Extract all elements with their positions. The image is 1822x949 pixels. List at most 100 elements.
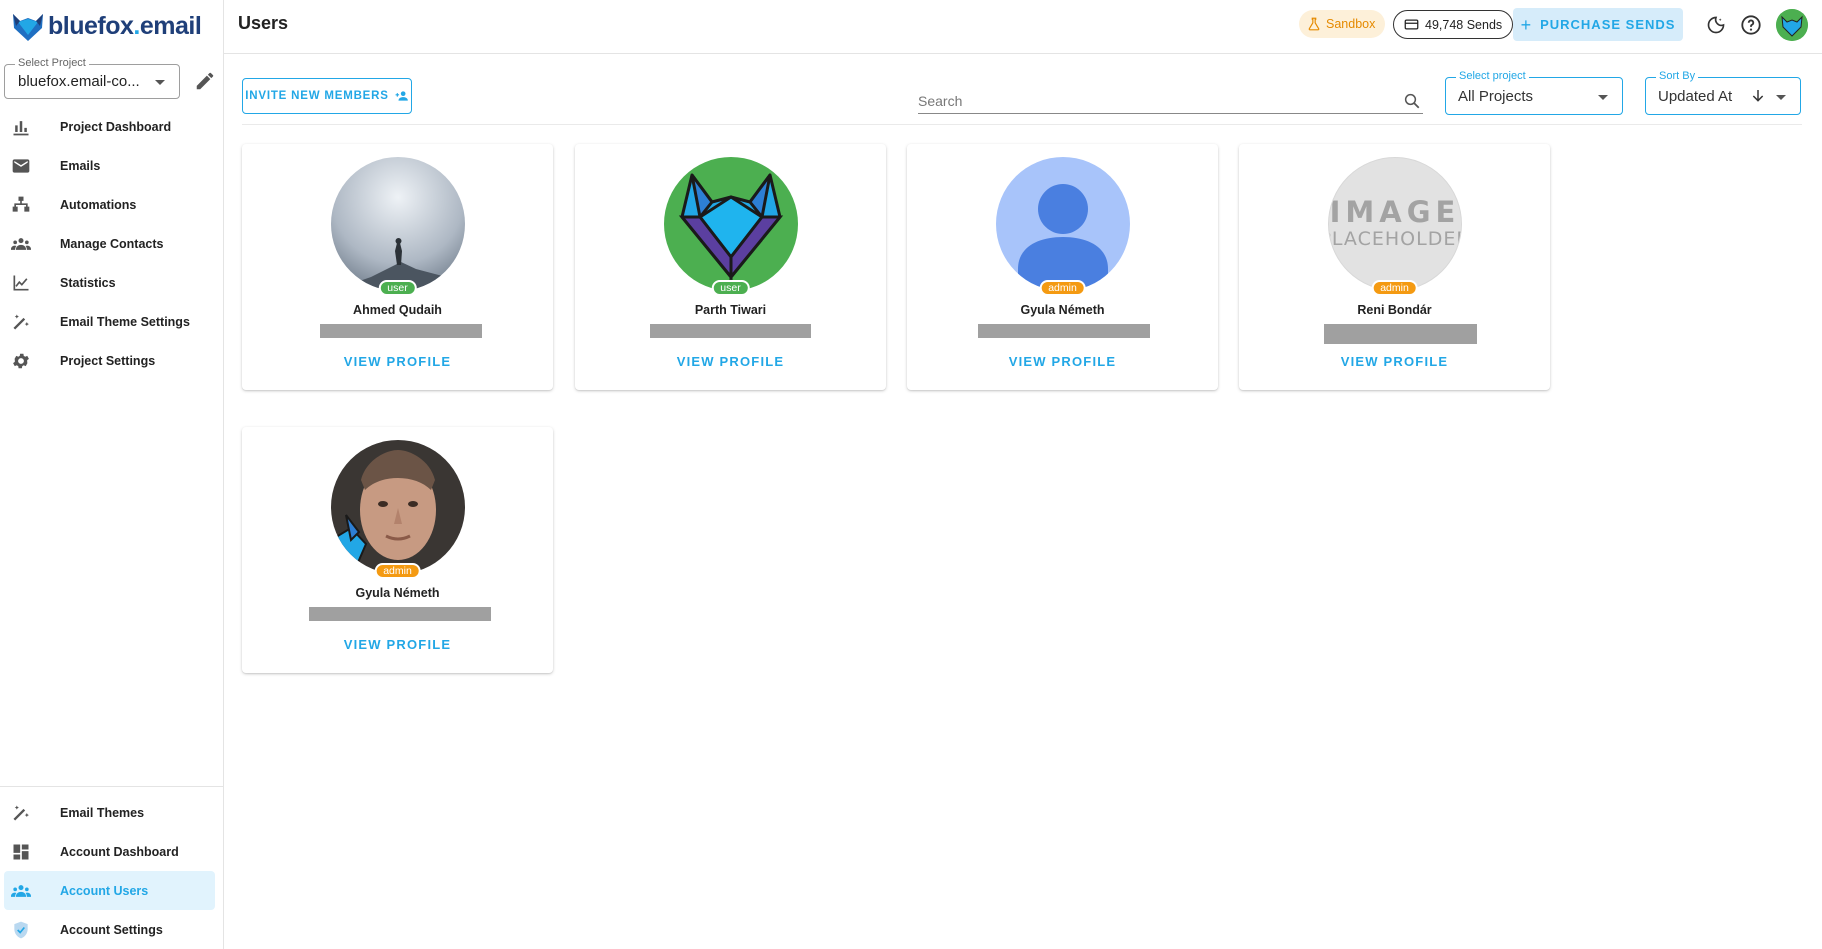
top-header: Users Sandbox 49,748 Sends + PURCHASE SE…	[224, 0, 1822, 54]
project-nav: Project Dashboard Emails Automations Man…	[0, 107, 224, 380]
placeholder-text-line2: PLACEHOLDER	[1329, 228, 1462, 250]
page-title: Users	[238, 13, 289, 33]
nav-label: Project Settings	[60, 353, 156, 368]
sort-select[interactable]: Sort By Updated At	[1645, 70, 1801, 115]
shield-icon	[11, 920, 31, 940]
nav-email-themes[interactable]: Email Themes	[0, 793, 224, 832]
brand-logo[interactable]: bluefox.email	[10, 6, 202, 46]
add-user-icon	[395, 91, 408, 101]
purchase-label: PURCHASE SENDS	[1540, 17, 1676, 32]
search-field[interactable]: Search	[918, 86, 1423, 114]
purchase-sends-button[interactable]: + PURCHASE SENDS	[1513, 8, 1683, 41]
user-name: Parth Tiwari	[694, 303, 767, 317]
sends-counter[interactable]: 49,748 Sends	[1393, 10, 1514, 39]
sandbox-label: Sandbox	[1326, 17, 1376, 31]
caret-down-icon	[1776, 95, 1786, 100]
sidebar: bluefox.email Select Project bluefox.ema…	[0, 0, 224, 949]
user-name: Gyula Németh	[1020, 303, 1105, 317]
contacts-icon	[11, 234, 31, 254]
user-card: admin Gyula Németh VIEW PROFILE	[242, 427, 553, 673]
role-badge: user	[378, 280, 417, 296]
fox-logo-avatar	[664, 157, 798, 291]
search-icon[interactable]	[1403, 92, 1421, 110]
fox-avatar-icon	[1776, 9, 1808, 41]
user-name: Reni Bondár	[1357, 303, 1432, 317]
role-badge: user	[711, 280, 750, 296]
view-profile-link[interactable]: VIEW PROFILE	[242, 354, 553, 369]
view-profile-link[interactable]: VIEW PROFILE	[907, 354, 1218, 369]
role-badge: admin	[374, 563, 421, 579]
placeholder-text-line1: IMAGE	[1329, 195, 1461, 229]
view-profile-link[interactable]: VIEW PROFILE	[1239, 354, 1550, 369]
redacted-email	[1324, 324, 1477, 344]
nav-project-settings[interactable]: Project Settings	[0, 341, 224, 380]
dark-mode-toggle[interactable]	[1704, 13, 1728, 37]
search-input[interactable]: Search	[918, 93, 962, 109]
line-chart-icon	[11, 273, 31, 293]
grid-dashboard-icon	[11, 842, 31, 862]
sitemap-icon	[11, 195, 31, 215]
role-badge: admin	[1039, 280, 1086, 296]
project-filter-select[interactable]: Select project All Projects	[1445, 70, 1623, 115]
project-select-label: Select Project	[15, 57, 89, 69]
default-person-avatar	[996, 157, 1130, 291]
user-name: Ahmed Qudaih	[353, 303, 442, 317]
nav-manage-contacts[interactable]: Manage Contacts	[0, 224, 224, 263]
plus-icon: +	[1520, 14, 1533, 35]
user-avatar-photo	[331, 157, 465, 291]
role-badge: admin	[1371, 280, 1418, 296]
help-button[interactable]	[1739, 13, 1763, 37]
nav-account-dashboard[interactable]: Account Dashboard	[0, 832, 224, 871]
nav-automations[interactable]: Automations	[0, 185, 224, 224]
invite-label: INVITE NEW MEMBERS	[245, 90, 389, 102]
image-placeholder-avatar: IMAGE PLACEHOLDER	[1328, 157, 1462, 291]
nav-account-settings[interactable]: Account Settings	[0, 910, 224, 949]
user-card: admin Gyula Németh VIEW PROFILE	[907, 144, 1218, 390]
user-avatar[interactable]	[1776, 9, 1808, 41]
view-profile-link[interactable]: VIEW PROFILE	[242, 637, 553, 652]
redacted-email	[320, 324, 482, 338]
sort-label: Sort By	[1656, 70, 1699, 82]
caret-down-icon	[1598, 95, 1608, 100]
sandbox-badge[interactable]: Sandbox	[1299, 10, 1386, 38]
user-card: user Parth Tiwari VIEW PROFILE	[575, 144, 886, 390]
project-select[interactable]: Select Project bluefox.email-co...	[4, 57, 180, 99]
sort-value: Updated At	[1658, 88, 1733, 105]
nav-project-dashboard[interactable]: Project Dashboard	[0, 107, 224, 146]
dashboard-chart-icon	[11, 117, 31, 137]
magic-wand-icon	[11, 803, 31, 823]
edit-project-button[interactable]	[194, 70, 216, 92]
credit-card-icon	[1404, 19, 1419, 30]
redacted-email	[978, 324, 1150, 338]
moon-icon	[1707, 16, 1725, 34]
nav-label: Account Settings	[60, 922, 163, 937]
flask-icon	[1308, 17, 1320, 31]
toolbar-divider	[242, 124, 1802, 125]
help-icon	[1741, 15, 1761, 35]
user-avatar-photo	[331, 440, 465, 574]
brand-name: bluefox.email	[48, 11, 202, 40]
sidebar-divider	[0, 786, 224, 787]
account-nav: Email Themes Account Dashboard Account U…	[0, 793, 224, 949]
nav-email-theme-settings[interactable]: Email Theme Settings	[0, 302, 224, 341]
nav-emails[interactable]: Emails	[0, 146, 224, 185]
nav-statistics[interactable]: Statistics	[0, 263, 224, 302]
users-icon	[11, 881, 31, 901]
project-select-value: bluefox.email-co...	[18, 73, 140, 90]
user-name: Gyula Németh	[355, 586, 440, 600]
pencil-icon	[196, 72, 214, 90]
nav-label: Manage Contacts	[60, 236, 164, 251]
redacted-email	[309, 607, 491, 621]
nav-label: Account Dashboard	[60, 844, 179, 859]
user-card: IMAGE PLACEHOLDER admin Reni Bondár VIEW…	[1239, 144, 1550, 390]
invite-members-button[interactable]: INVITE NEW MEMBERS	[242, 78, 412, 114]
project-filter-value: All Projects	[1458, 88, 1534, 105]
fox-logo-icon	[13, 14, 43, 41]
nav-account-users[interactable]: Account Users	[4, 871, 215, 910]
mail-icon	[11, 156, 31, 176]
view-profile-link[interactable]: VIEW PROFILE	[575, 354, 886, 369]
nav-label: Account Users	[60, 883, 149, 898]
arrow-down-icon[interactable]	[1750, 88, 1766, 104]
nav-label: Automations	[60, 197, 137, 212]
nav-label: Email Themes	[60, 805, 145, 820]
